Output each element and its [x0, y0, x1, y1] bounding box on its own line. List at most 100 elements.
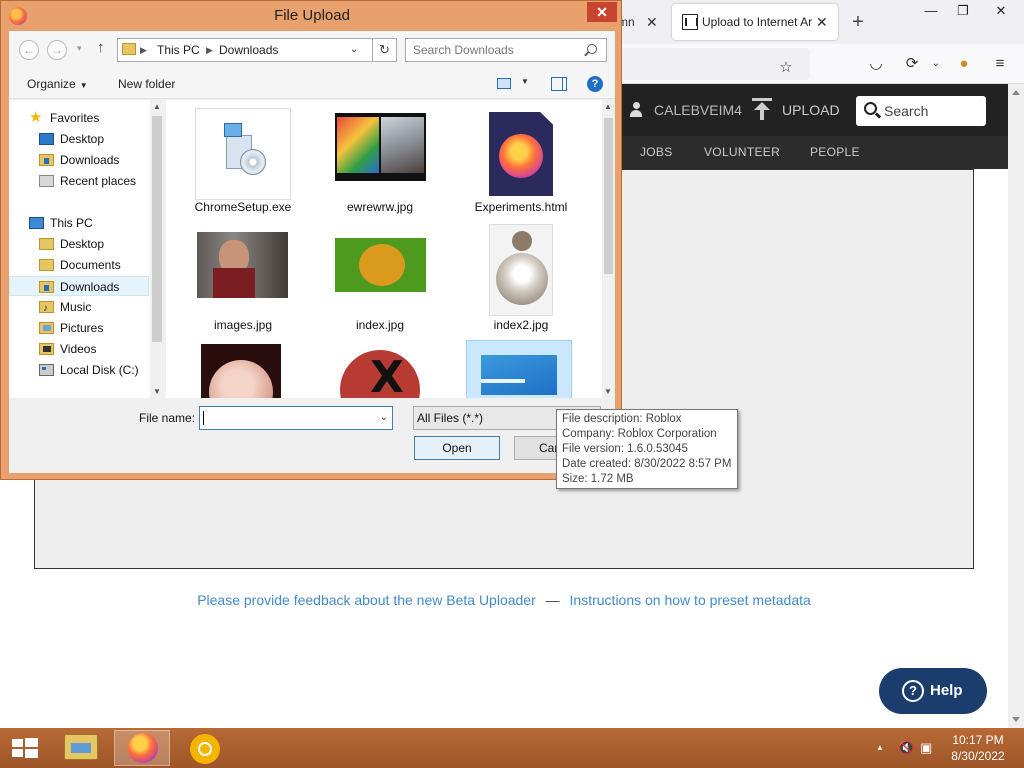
- file-item[interactable]: ewrewrw.jpg: [320, 106, 440, 216]
- firefox-html-icon: [489, 112, 553, 196]
- breadcrumb-this-pc[interactable]: This PC: [157, 39, 200, 61]
- nav-item-videos[interactable]: Videos: [9, 339, 149, 359]
- bookmark-star-icon[interactable]: ☆: [776, 58, 796, 78]
- file-explorer-icon[interactable]: [64, 734, 98, 760]
- upload-icon[interactable]: [752, 98, 772, 122]
- recent-locations-chevron-icon[interactable]: ▾: [77, 43, 82, 54]
- refresh-button[interactable]: ↻: [373, 38, 397, 62]
- nav-item-favorites[interactable]: ★ Favorites: [9, 108, 149, 128]
- file-item-selected[interactable]: [466, 340, 572, 398]
- cookie-icon[interactable]: ●: [954, 54, 974, 74]
- file-item[interactable]: index2.jpg: [461, 224, 581, 334]
- nav-jobs[interactable]: JOBS: [640, 136, 673, 169]
- address-dropdown-icon[interactable]: ⌄: [350, 39, 358, 61]
- preview-pane-icon[interactable]: [551, 77, 567, 91]
- file-item[interactable]: images.jpg: [183, 224, 303, 334]
- scroll-down-icon[interactable]: [1012, 717, 1020, 722]
- firefox-icon[interactable]: [128, 733, 158, 763]
- pocket-icon[interactable]: ◡: [866, 54, 886, 74]
- nav-item-local-disk[interactable]: Local Disk (C:): [9, 360, 149, 380]
- file-item[interactable]: ChromeSetup.exe: [183, 106, 303, 216]
- close-window-button[interactable]: ✕: [984, 0, 1018, 22]
- nav-pane-scrollbar[interactable]: ▲ ▼: [150, 100, 164, 398]
- nav-item-documents[interactable]: Documents: [9, 255, 149, 275]
- scroll-up-icon[interactable]: [1012, 90, 1020, 95]
- feedback-separator: —: [545, 592, 560, 608]
- breadcrumb-chevron-icon[interactable]: ▶: [140, 39, 147, 61]
- nav-item-desktop-pc[interactable]: Desktop: [9, 234, 149, 254]
- upload-link[interactable]: UPLOAD: [782, 84, 840, 136]
- nav-label: Documents: [60, 258, 121, 272]
- chevron-down-icon[interactable]: ⌄: [926, 54, 946, 74]
- breadcrumb-downloads[interactable]: Downloads: [219, 39, 278, 61]
- menu-icon[interactable]: ≡: [990, 54, 1010, 74]
- tooltip-company: Company: Roblox Corporation: [562, 428, 717, 440]
- nav-item-recent-places[interactable]: Recent places: [9, 171, 149, 191]
- scrollbar-thumb[interactable]: [152, 116, 162, 342]
- file-item[interactable]: Experiments.html: [461, 106, 581, 216]
- forward-button[interactable]: →: [47, 40, 67, 60]
- sync-icon[interactable]: ⟳: [902, 54, 922, 74]
- downloads-folder-icon: [39, 154, 54, 166]
- breadcrumb-chevron-icon[interactable]: ▶: [206, 39, 213, 61]
- file-item[interactable]: [183, 340, 303, 398]
- tab-partial[interactable]: mn ✕: [618, 8, 668, 36]
- view-icon[interactable]: [497, 78, 511, 89]
- folder-icon: [122, 43, 136, 55]
- search-downloads-input[interactable]: Search Downloads: [405, 38, 607, 62]
- nav-label: Downloads: [60, 280, 120, 294]
- nav-volunteer[interactable]: VOLUNTEER: [704, 136, 780, 169]
- nav-item-desktop[interactable]: Desktop: [9, 129, 149, 149]
- nav-item-downloads-pc[interactable]: Downloads: [9, 276, 149, 296]
- system-clock[interactable]: 10:17 PM 8/30/2022: [940, 732, 1016, 764]
- username-link[interactable]: CALEBVEIM4: [654, 84, 742, 136]
- chrome-icon[interactable]: [190, 734, 220, 764]
- file-item[interactable]: index.jpg: [320, 224, 440, 334]
- instructions-link[interactable]: Instructions on how to preset metadata: [570, 592, 811, 608]
- nav-label: Music: [60, 300, 92, 314]
- minimize-button[interactable]: —: [914, 0, 948, 22]
- network-icon[interactable]: ▣: [920, 728, 932, 768]
- site-search-input[interactable]: Search: [856, 96, 986, 126]
- feedback-link[interactable]: Please provide feedback about the new Be…: [197, 592, 536, 608]
- close-tab-icon[interactable]: ✕: [816, 4, 828, 40]
- nav-item-downloads[interactable]: Downloads: [9, 150, 149, 170]
- windows-start-icon[interactable]: [12, 738, 38, 758]
- scrollbar-thumb[interactable]: [604, 118, 613, 274]
- address-bar[interactable]: ▶ This PC ▶ Downloads ⌄: [117, 38, 373, 62]
- tab-upload-archive[interactable]: Upload to Internet Archive ✕: [672, 4, 838, 40]
- back-button[interactable]: ←: [19, 40, 39, 60]
- up-folder-button[interactable]: ↑: [97, 39, 105, 56]
- scroll-up-icon[interactable]: ▲: [153, 102, 161, 111]
- nav-item-music[interactable]: Music: [9, 297, 149, 319]
- scroll-down-icon[interactable]: ▼: [153, 387, 161, 396]
- downloads-folder-icon: [39, 281, 54, 293]
- organize-button[interactable]: Organize ▼: [27, 69, 88, 101]
- file-item[interactable]: X: [320, 340, 440, 398]
- restore-button[interactable]: ❐: [946, 0, 980, 22]
- nav-people[interactable]: PEOPLE: [810, 136, 860, 169]
- dialog-close-button[interactable]: ✕: [587, 2, 617, 22]
- help-icon[interactable]: ?: [587, 76, 603, 92]
- file-name: index2.jpg: [493, 318, 549, 332]
- new-tab-button[interactable]: +: [848, 8, 868, 36]
- url-bar[interactable]: ☆: [620, 48, 810, 80]
- help-button[interactable]: ? Help: [879, 668, 987, 714]
- view-options-chevron-icon[interactable]: ▼: [521, 77, 529, 86]
- file-list-scrollbar[interactable]: ▲ ▼: [602, 100, 615, 398]
- new-folder-button[interactable]: New folder: [118, 69, 175, 99]
- close-tab-icon[interactable]: ✕: [646, 8, 658, 36]
- open-button[interactable]: Open: [414, 436, 500, 460]
- volume-muted-icon[interactable]: 🔇: [898, 728, 914, 768]
- nav-item-pictures[interactable]: Pictures: [9, 318, 149, 338]
- scroll-down-icon[interactable]: ▼: [604, 387, 612, 396]
- scroll-up-icon[interactable]: ▲: [604, 102, 612, 111]
- page-scrollbar[interactable]: [1008, 84, 1024, 728]
- taskbar: ▲ 🔇 ▣ 10:17 PM 8/30/2022: [0, 728, 1024, 768]
- documents-folder-icon: [39, 259, 54, 271]
- file-name-input[interactable]: ⌄: [199, 406, 393, 430]
- tray-expand-icon[interactable]: ▲: [876, 728, 884, 768]
- organize-label: Organize: [27, 77, 76, 91]
- chevron-down-icon[interactable]: ⌄: [380, 407, 388, 429]
- nav-item-this-pc[interactable]: This PC: [9, 213, 149, 233]
